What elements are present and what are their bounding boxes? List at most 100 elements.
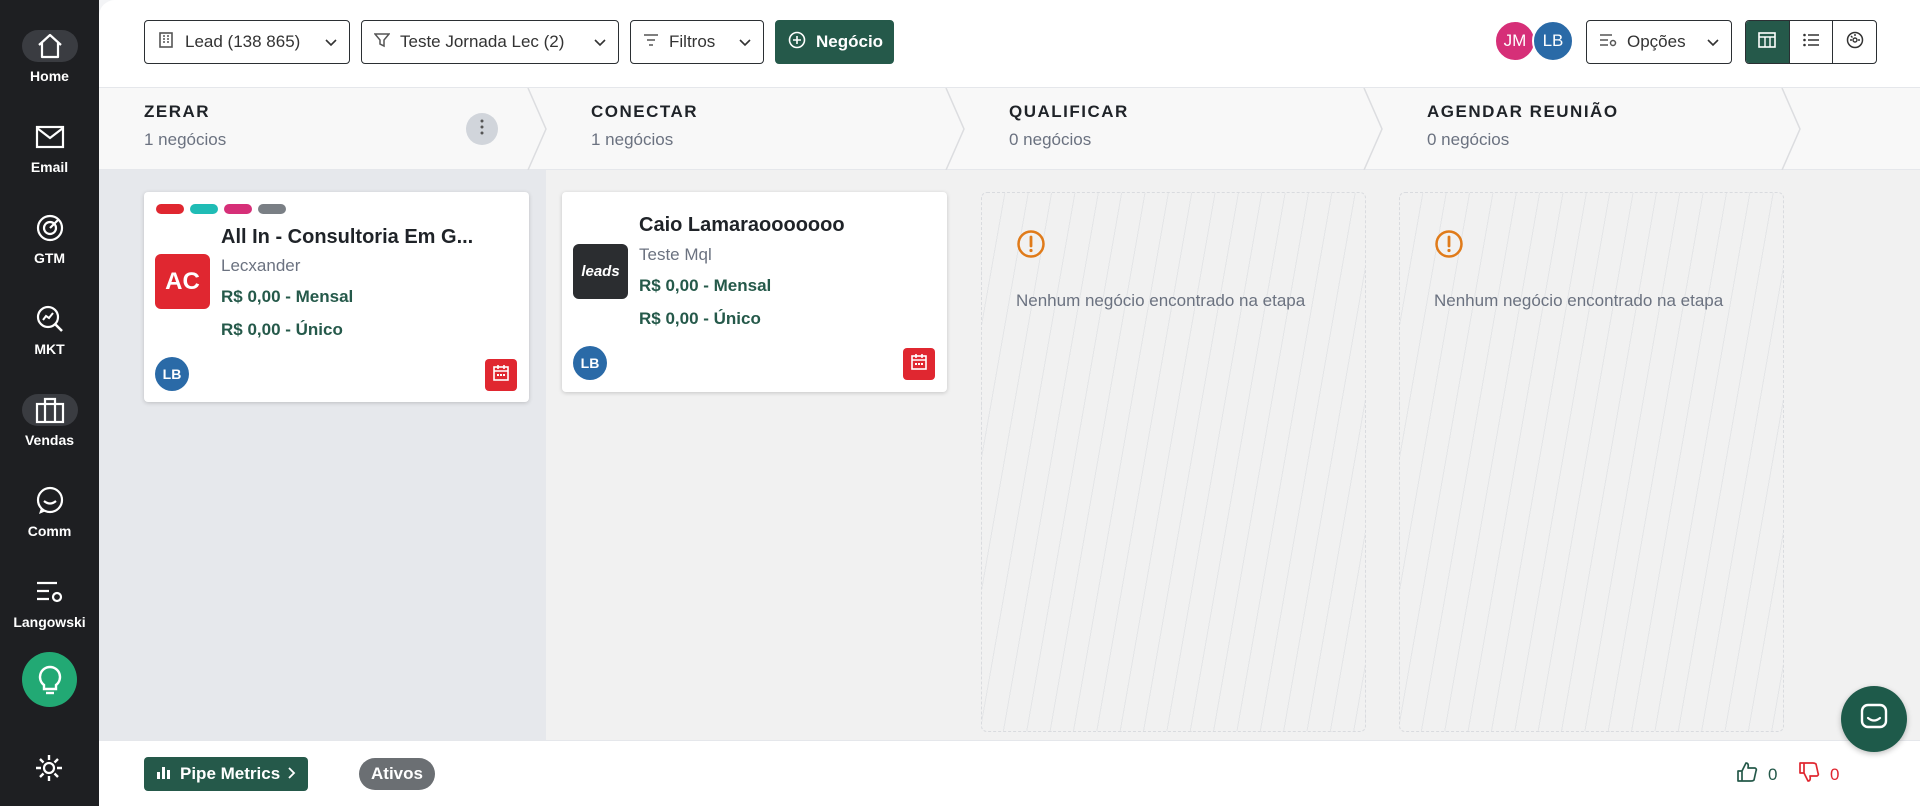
empty-stage-message: Nenhum negócio encontrado na etapa <box>1434 291 1724 310</box>
tag-chip[interactable] <box>224 204 252 214</box>
deal-card[interactable]: AC All In - Consultoria Em G... Lecxande… <box>144 192 529 402</box>
stage-agendar-reuniao[interactable]: AGENDAR REUNIÃO 0 negócios <box>1382 88 1802 170</box>
deal-one-time-value: R$ 0,00 - Único <box>639 309 761 328</box>
sidebar-item-comm[interactable]: Comm <box>0 485 99 539</box>
search-chart-icon <box>22 303 78 335</box>
dashboard-view-button[interactable] <box>1833 21 1876 63</box>
kanban-view-button[interactable] <box>1746 21 1790 63</box>
top-toolbar: Lead (138 865) Teste Jornada Lec (2) Fil… <box>99 0 1920 88</box>
target-icon <box>22 212 78 244</box>
options-button[interactable]: Opções <box>1586 20 1732 64</box>
sidebar-item-label: Email <box>30 159 69 175</box>
deal-title[interactable]: Caio Lamaraooooooo <box>639 214 845 237</box>
filter-lines-icon <box>643 32 659 52</box>
stage-divider <box>1363 88 1383 170</box>
deal-one-time-value: R$ 0,00 - Único <box>221 320 343 339</box>
funnel-icon <box>373 32 391 53</box>
stage-count: 0 negócios <box>1427 130 1510 149</box>
thumbs-up-icon <box>1736 761 1758 788</box>
company-logo: leads <box>573 244 628 299</box>
chevron-down-icon <box>325 32 337 52</box>
empty-stage-placeholder: Nenhum negócio encontrado na etapa <box>981 192 1366 732</box>
sidebar-item-langowski[interactable]: Langowski <box>0 576 99 630</box>
sidebar-item-mkt[interactable]: MKT <box>0 303 99 357</box>
deal-title[interactable]: All In - Consultoria Em G... <box>221 226 473 249</box>
sidebar-item-email[interactable]: Email <box>0 121 99 175</box>
owner-avatar[interactable]: LB <box>573 346 607 380</box>
view-switcher <box>1745 20 1877 64</box>
bar-chart-icon <box>156 764 172 785</box>
stage-menu-button[interactable] <box>466 113 498 145</box>
dislike-counter[interactable]: 0 <box>1798 761 1839 788</box>
filters-button[interactable]: Filtros <box>630 20 764 64</box>
kanban-icon <box>1758 31 1777 53</box>
options-sliders-icon <box>1599 32 1617 53</box>
warning-icon <box>1016 229 1046 264</box>
list-view-button[interactable] <box>1790 21 1834 63</box>
avatar[interactable]: JM <box>1494 20 1536 62</box>
chat-bubble-icon <box>22 485 78 517</box>
gauge-icon <box>1846 31 1864 54</box>
chat-launcher-button[interactable] <box>1841 686 1907 752</box>
thumbs-down-icon <box>1798 761 1820 788</box>
warning-icon <box>1434 229 1464 264</box>
schedule-button[interactable] <box>903 348 935 380</box>
chevron-down-icon <box>739 32 751 52</box>
stage-divider <box>1781 88 1801 170</box>
deal-monthly-value: R$ 0,00 - Mensal <box>221 287 354 306</box>
stage-conectar[interactable]: CONECTAR 1 negócios <box>546 88 964 170</box>
deal-monthly-value: R$ 0,00 - Mensal <box>639 276 772 295</box>
stage-title: CONECTAR <box>591 102 699 121</box>
sidebar-item-label: MKT <box>34 341 65 357</box>
list-icon <box>1802 32 1820 53</box>
stage-title: AGENDAR REUNIÃO <box>1427 102 1619 121</box>
status-badge[interactable]: Ativos <box>359 758 435 790</box>
stage-divider <box>527 88 547 170</box>
sidebar-item-home[interactable]: Home <box>0 30 99 84</box>
gear-icon[interactable] <box>33 752 65 789</box>
like-count: 0 <box>1768 764 1778 784</box>
sidebar-item-label: Langowski <box>13 614 86 630</box>
plus-circle-icon <box>788 31 806 54</box>
options-button-label: Opções <box>1627 32 1686 51</box>
stage-title: ZERAR <box>144 102 211 121</box>
journey-filter[interactable]: Teste Jornada Lec (2) <box>361 20 619 64</box>
owner-avatar[interactable]: LB <box>155 357 189 391</box>
tag-list <box>156 204 286 214</box>
new-deal-button[interactable]: Negócio <box>775 20 894 64</box>
chevron-down-icon <box>594 32 606 52</box>
stage-qualificar[interactable]: QUALIFICAR 0 negócios <box>964 88 1382 170</box>
pipe-metrics-label: Pipe Metrics <box>180 764 281 783</box>
stage-count: 0 negócios <box>1009 130 1092 149</box>
lightbulb-icon[interactable] <box>22 652 77 707</box>
sidebar: Home Email GTM MKT Vendas Comm Langowski <box>0 0 99 806</box>
new-deal-button-label: Negócio <box>816 32 884 51</box>
tag-chip[interactable] <box>190 204 218 214</box>
calendar-icon <box>910 353 928 376</box>
sidebar-item-gtm[interactable]: GTM <box>0 212 99 266</box>
sidebar-item-label: GTM <box>33 250 66 266</box>
stage-divider <box>945 88 965 170</box>
like-counter[interactable]: 0 <box>1736 761 1777 788</box>
chevron-right-icon <box>288 764 296 784</box>
chevron-down-icon <box>1707 32 1719 52</box>
journey-filter-label: Teste Jornada Lec (2) <box>400 32 565 51</box>
stage-count: 1 negócios <box>144 130 227 149</box>
schedule-button[interactable] <box>485 359 517 391</box>
stage-count: 1 negócios <box>591 130 674 149</box>
deal-card[interactable]: leads Caio Lamaraooooooo Teste Mql R$ 0,… <box>562 192 947 392</box>
stage-title: QUALIFICAR <box>1009 102 1129 121</box>
company-logo: AC <box>155 254 210 309</box>
sidebar-item-vendas[interactable]: Vendas <box>0 394 99 448</box>
tag-chip[interactable] <box>156 204 184 214</box>
tag-chip[interactable] <box>258 204 286 214</box>
pipe-metrics-button[interactable]: Pipe Metrics <box>144 757 309 791</box>
kebab-icon <box>480 119 484 140</box>
building-icon <box>157 31 175 54</box>
pipeline-stages: ZERAR 1 negócios CONECTAR 1 negócios QUA… <box>99 88 1920 170</box>
lead-selector[interactable]: Lead (138 865) <box>144 20 350 64</box>
bottom-bar: Pipe Metrics Ativos 0 0 <box>99 740 1920 806</box>
deal-company: Teste Mql <box>639 245 712 264</box>
filters-button-label: Filtros <box>669 32 716 51</box>
avatar[interactable]: LB <box>1532 20 1574 62</box>
